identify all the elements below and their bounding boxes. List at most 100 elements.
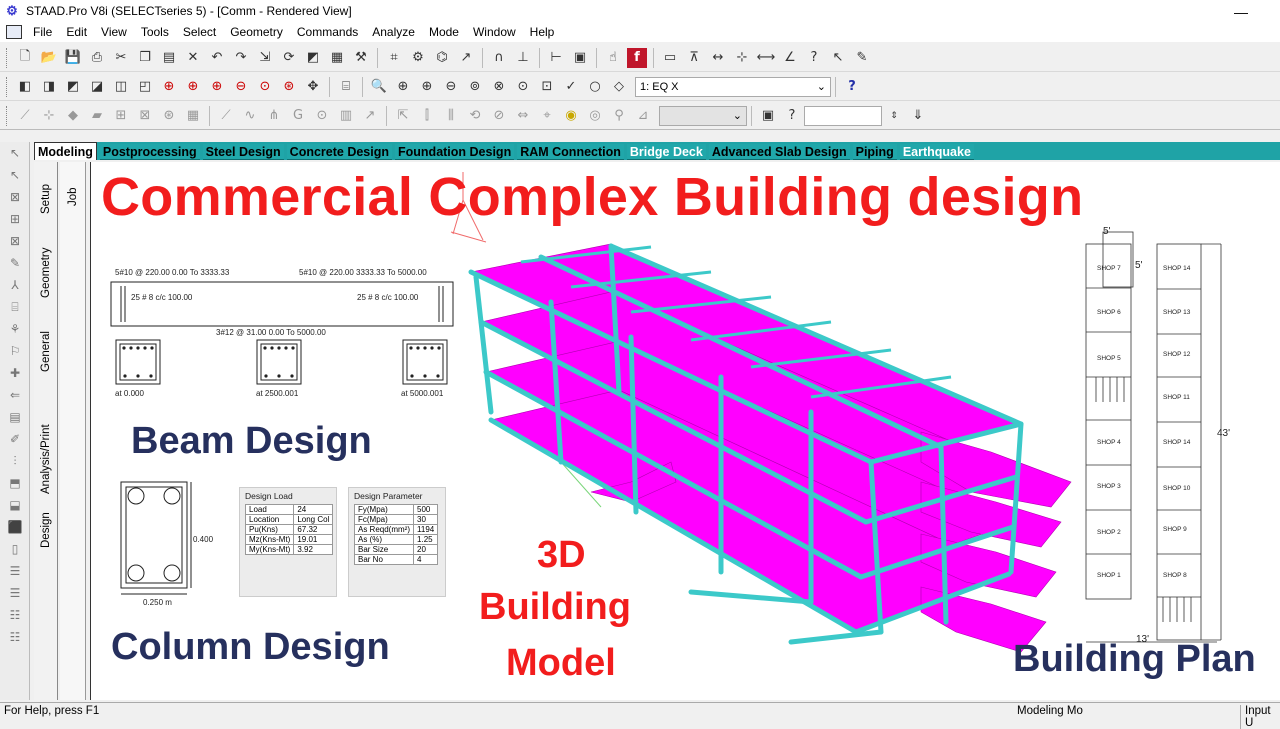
- back-view-icon[interactable]: ◰: [135, 77, 155, 97]
- split-icon[interactable]: ⫿: [417, 106, 437, 126]
- load-case-select[interactable]: 1: EQ X ⌄: [635, 76, 831, 97]
- spring-icon[interactable]: ⫶: [4, 454, 26, 472]
- menu-edit[interactable]: Edit: [59, 22, 94, 42]
- arc-icon[interactable]: ∩: [489, 48, 509, 68]
- highlight-icon[interactable]: ◉: [561, 106, 581, 126]
- paste-icon[interactable]: ▤: [159, 48, 179, 68]
- rotate-x-icon[interactable]: ⊕: [159, 77, 179, 97]
- post-icon[interactable]: ↗: [456, 48, 476, 68]
- support-cursor-icon[interactable]: ⅄: [4, 278, 26, 296]
- print-icon[interactable]: ⎙: [87, 48, 107, 68]
- side-tab-analysis[interactable]: Analysis/Print: [40, 424, 52, 494]
- rotate-3d-icon[interactable]: ✥: [303, 77, 323, 97]
- bottom-view-icon[interactable]: ◫: [111, 77, 131, 97]
- monitor-icon[interactable]: ▣: [758, 106, 778, 126]
- pan-icon[interactable]: ⊡: [537, 77, 557, 97]
- grid-icon[interactable]: G: [288, 106, 308, 126]
- node-cursor-icon[interactable]: ✎: [4, 256, 26, 274]
- results-icon[interactable]: ⌬: [432, 48, 452, 68]
- zoom-all-icon[interactable]: 🔍: [369, 77, 389, 97]
- support-icon[interactable]: ⊥: [513, 48, 533, 68]
- cut-icon[interactable]: ✂: [111, 48, 131, 68]
- section-icon[interactable]: ⌸: [4, 300, 26, 318]
- pointer-help-icon[interactable]: ↖: [828, 48, 848, 68]
- run-analysis-icon[interactable]: ⚙: [408, 48, 428, 68]
- hand-icon[interactable]: ☝: [603, 48, 623, 68]
- select-all-icon[interactable]: ⊛: [159, 106, 179, 126]
- tab-ram-connection[interactable]: RAM Connection: [517, 144, 624, 160]
- menu-select[interactable]: Select: [176, 22, 223, 42]
- select-beam-icon[interactable]: ⟋: [15, 106, 35, 126]
- cube-icon[interactable]: ⬛: [4, 520, 26, 538]
- load-cursor-icon[interactable]: ⚘: [4, 322, 26, 340]
- arrow-left-icon[interactable]: ⇐: [4, 388, 26, 406]
- zoom-window-icon[interactable]: ⊕: [393, 77, 413, 97]
- search-icon[interactable]: ○: [585, 77, 605, 97]
- move-icon[interactable]: ⇲: [255, 48, 275, 68]
- layers-2-icon[interactable]: ☰: [4, 586, 26, 604]
- zoom-prev-icon[interactable]: ⊗: [489, 77, 509, 97]
- tab-modeling[interactable]: Modeling: [34, 142, 97, 160]
- mirror-icon[interactable]: ◩: [303, 48, 323, 68]
- query-icon[interactable]: ?: [782, 106, 802, 126]
- plate-2-icon[interactable]: ⬓: [4, 498, 26, 516]
- select-geometry-icon[interactable]: ⊠: [135, 106, 155, 126]
- table-icon[interactable]: ▥: [336, 106, 356, 126]
- menu-file[interactable]: File: [26, 22, 59, 42]
- cut-section-icon[interactable]: ⊘: [489, 106, 509, 126]
- open-folder-icon[interactable]: 📂: [39, 48, 59, 68]
- side-tab-job[interactable]: Job: [67, 187, 79, 206]
- document-icon[interactable]: [6, 25, 22, 39]
- side-view-icon[interactable]: ◩: [63, 77, 83, 97]
- pin-icon[interactable]: ⚲: [609, 106, 629, 126]
- value-input[interactable]: [804, 105, 882, 126]
- bentley-icon[interactable]: f: [627, 47, 647, 68]
- magnify-icon[interactable]: ✓: [561, 77, 581, 97]
- iso-view-icon[interactable]: ◧: [15, 77, 35, 97]
- menu-help[interactable]: Help: [523, 22, 562, 42]
- span-icon[interactable]: ⟷: [756, 48, 776, 68]
- measure-icon[interactable]: ⊿: [633, 106, 653, 126]
- display-icon[interactable]: ⌸: [336, 77, 356, 97]
- menu-view[interactable]: View: [94, 22, 134, 42]
- side-tab-design[interactable]: Design: [40, 512, 52, 548]
- stretch-icon[interactable]: ⇔: [513, 106, 533, 126]
- calculator-icon[interactable]: ▦: [327, 48, 347, 68]
- toolbar-grip[interactable]: [6, 47, 9, 68]
- side-tab-general[interactable]: General: [40, 331, 52, 372]
- beam-cursor-icon[interactable]: ⊠: [4, 190, 26, 208]
- tab-concrete-design[interactable]: Concrete Design: [286, 144, 393, 160]
- select-solid-icon[interactable]: ▰: [87, 106, 107, 126]
- layers-icon[interactable]: ☰: [4, 564, 26, 582]
- add-beam-icon[interactable]: ⟋: [216, 106, 236, 126]
- edit-icon[interactable]: ✎: [852, 48, 872, 68]
- help-icon[interactable]: ?: [804, 48, 824, 68]
- download-icon[interactable]: ⇓: [908, 106, 928, 126]
- rotate-z-icon[interactable]: ⊕: [207, 77, 227, 97]
- toolbar-grip[interactable]: [6, 76, 9, 97]
- select-surface-icon[interactable]: ⊞: [111, 106, 131, 126]
- rotate-icon[interactable]: ⟳: [279, 48, 299, 68]
- report-icon[interactable]: ▭: [660, 48, 680, 68]
- menu-commands[interactable]: Commands: [290, 22, 365, 42]
- spinner-icon[interactable]: ⇕: [884, 106, 904, 126]
- flag-icon[interactable]: ⚐: [4, 344, 26, 362]
- tab-foundation-design[interactable]: Foundation Design: [395, 144, 515, 160]
- layers-3-icon[interactable]: ☷: [4, 608, 26, 626]
- tab-advanced-slab-design[interactable]: Advanced Slab Design: [708, 144, 850, 160]
- intersect-icon[interactable]: ⋔: [264, 106, 284, 126]
- tab-bridge-deck[interactable]: Bridge Deck: [626, 144, 706, 160]
- pointer-2-icon[interactable]: ↖: [4, 168, 26, 186]
- save-icon[interactable]: 💾: [63, 48, 83, 68]
- node-icon[interactable]: ⊹: [732, 48, 752, 68]
- select-plate-icon[interactable]: ◆: [63, 106, 83, 126]
- menu-analyze[interactable]: Analyze: [365, 22, 422, 42]
- layers-4-icon[interactable]: ☷: [4, 630, 26, 648]
- sheet-icon[interactable]: ▯: [4, 542, 26, 560]
- tool-hammer-icon[interactable]: ⚒: [351, 48, 371, 68]
- new-file-icon[interactable]: 🗋: [15, 48, 35, 68]
- solid-cursor-icon[interactable]: ⊠: [4, 234, 26, 252]
- zoom-out-icon[interactable]: ⊖: [441, 77, 461, 97]
- dim-icon[interactable]: ⊼: [684, 48, 704, 68]
- menu-mode[interactable]: Mode: [422, 22, 466, 42]
